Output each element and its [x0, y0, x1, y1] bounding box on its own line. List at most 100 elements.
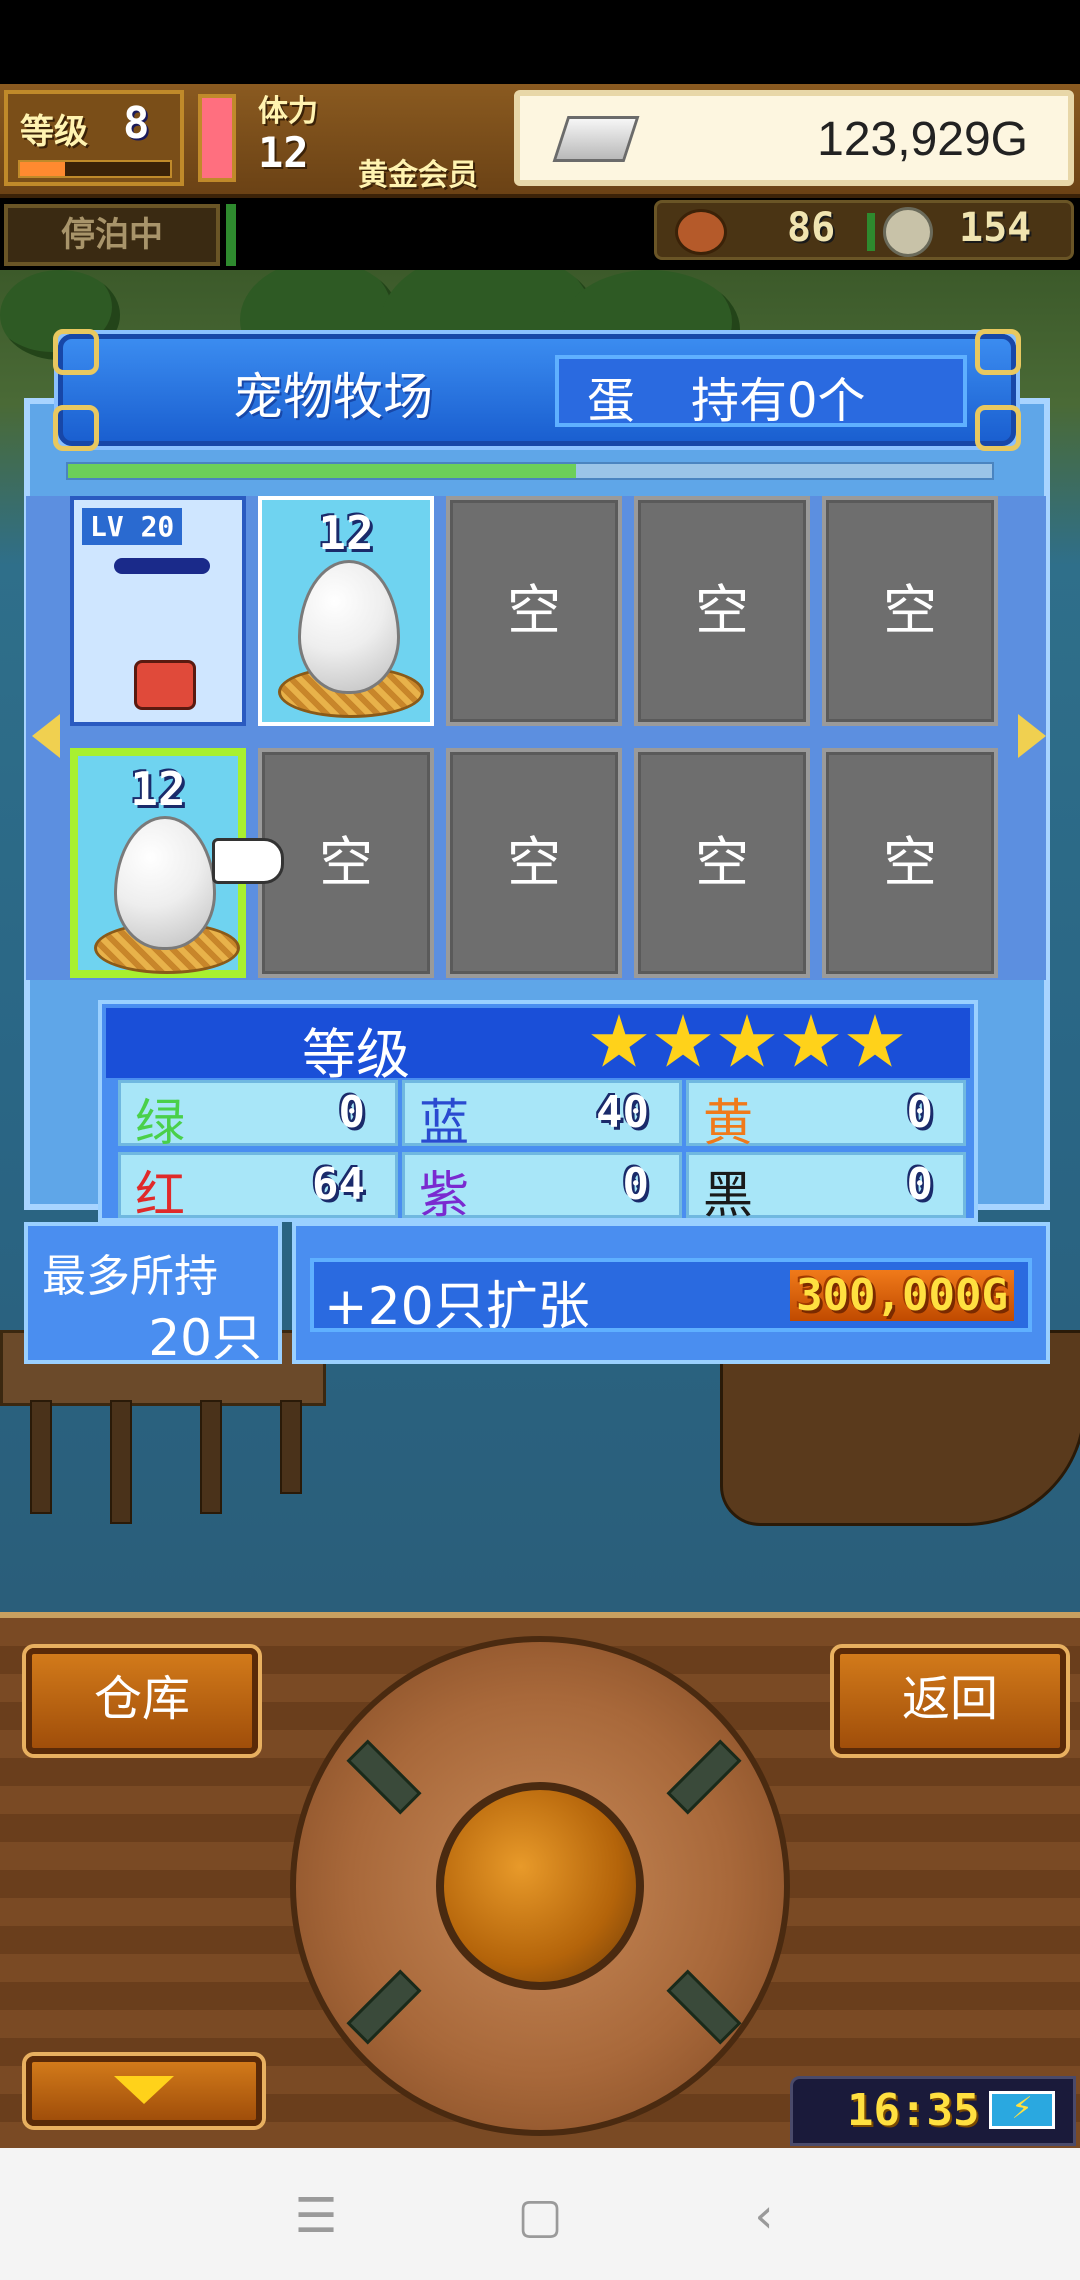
- back-icon[interactable]: ‹: [724, 2188, 804, 2244]
- stat-name: 红: [135, 1166, 185, 1224]
- stat-value: 0: [338, 1087, 366, 1138]
- empty-slot[interactable]: 空: [258, 748, 434, 978]
- chevron-down-icon: [114, 2076, 174, 2104]
- page-title: 宠物牧场: [233, 368, 433, 426]
- page-left-arrow-icon[interactable]: [32, 714, 60, 758]
- hp-gauge: [198, 94, 236, 182]
- pet-level: LV 20: [82, 508, 183, 545]
- stamina-label: 体力: [258, 94, 318, 129]
- battery-icon: ⚡: [989, 2091, 1055, 2129]
- level-box: 等级 8: [4, 90, 184, 186]
- resource-b-value: 154: [959, 205, 1032, 251]
- pet-sprite-icon: [134, 660, 196, 710]
- exp-fill: [20, 162, 65, 176]
- stamina-value: 12: [258, 128, 309, 177]
- stat-name: 黄: [703, 1094, 753, 1152]
- expand-cost: 300,000G: [790, 1270, 1014, 1321]
- egg-icon: [298, 560, 400, 694]
- egg-label: 蛋: [587, 373, 636, 429]
- capacity-value: 20只: [148, 1309, 262, 1367]
- dpad[interactable]: [290, 1636, 790, 2136]
- level-value: 8: [123, 98, 150, 149]
- gold-box: 123,929G: [514, 90, 1074, 186]
- hud: 等级 8 体力 12 黄金会员 123,929G: [0, 84, 1080, 198]
- page-right-arrow-icon[interactable]: [1018, 714, 1046, 758]
- clock: 16:35: [847, 2085, 980, 2136]
- dpad-up-left-icon[interactable]: [346, 1739, 422, 1815]
- status-bar: [0, 0, 1080, 84]
- empty-slot[interactable]: 空: [634, 496, 810, 726]
- stat-red: 红 64: [118, 1152, 398, 1224]
- dock-status: 停泊中: [4, 204, 220, 266]
- stats-header: 等级: [106, 1008, 970, 1086]
- stat-name: 黑: [703, 1166, 753, 1224]
- home-icon[interactable]: ▢: [500, 2188, 580, 2244]
- expand-button[interactable]: +20只扩张 300,000G: [310, 1258, 1032, 1337]
- stat-value: 0: [906, 1159, 934, 1210]
- empty-slot[interactable]: 空: [634, 748, 810, 978]
- capacity-label: 最多所持: [42, 1251, 218, 1302]
- empty-slot[interactable]: 空: [822, 748, 998, 978]
- storage-button[interactable]: 仓库: [26, 1648, 258, 1754]
- silver-bar-icon: [552, 116, 640, 162]
- menu-toggle-button[interactable]: [26, 2056, 262, 2126]
- ranch-progress: [66, 462, 994, 480]
- egg-count-box: 蛋 持有0个: [555, 355, 967, 429]
- star-icon: [783, 1014, 839, 1067]
- level-label: 等级: [20, 112, 88, 152]
- corner-ornament: [975, 405, 1021, 451]
- stat-value: 0: [906, 1087, 934, 1138]
- egg-level: 12: [130, 762, 186, 816]
- stat-name: 绿: [135, 1094, 185, 1152]
- pet-slot[interactable]: LV 20: [70, 496, 246, 726]
- stat-value: 0: [622, 1159, 650, 1210]
- egg-icon: [114, 816, 216, 950]
- ranch-title-bar: 宠物牧场 蛋 持有0个: [53, 329, 1021, 451]
- resource-a-value: 86: [787, 205, 836, 251]
- stat-value: 40: [596, 1087, 649, 1138]
- gold-amount: 123,929G: [817, 113, 1028, 166]
- corner-ornament: [975, 329, 1021, 375]
- membership-badge: 黄金会员: [358, 158, 478, 193]
- corner-ornament: [53, 405, 99, 451]
- food-icon: [675, 209, 727, 255]
- stat-black: 黑 0: [686, 1152, 966, 1224]
- expand-label: +20只扩张: [324, 1277, 590, 1337]
- egg-count: 持有0个: [691, 373, 866, 429]
- stat-purple: 紫 0: [402, 1152, 682, 1224]
- expand-box: +20只扩张 300,000G: [292, 1222, 1050, 1364]
- pet-hp-bar: [114, 558, 210, 574]
- corner-ornament: [53, 329, 99, 375]
- stat-blue: 蓝 40: [402, 1080, 682, 1152]
- system-nav-bar: ☰ ▢ ‹: [0, 2148, 1080, 2280]
- egg-slot[interactable]: 12: [258, 496, 434, 726]
- star-icon: [655, 1014, 711, 1067]
- star-icon: [591, 1014, 647, 1067]
- stats-panel: 等级 绿 0 蓝 40 黄 0 红 64 紫 0 黑 0: [98, 1000, 978, 1224]
- stat-name: 紫: [419, 1166, 469, 1224]
- capacity-box: 最多所持 20只: [24, 1222, 282, 1367]
- dpad-center-button[interactable]: [436, 1782, 644, 1990]
- resource-box: 86 154: [654, 200, 1074, 260]
- empty-slot[interactable]: 空: [446, 496, 622, 726]
- dpad-down-left-icon[interactable]: [346, 1969, 422, 2045]
- control-panel: 仓库 返回 16:35 ⚡: [0, 1612, 1080, 2154]
- resource-divider: [867, 213, 875, 251]
- medal-icon: [883, 207, 933, 257]
- stat-name: 蓝: [419, 1094, 469, 1152]
- stats-title: 等级: [302, 1023, 410, 1086]
- star-icon: [719, 1014, 775, 1067]
- dpad-up-right-icon[interactable]: [666, 1739, 742, 1815]
- stat-value: 64: [312, 1159, 365, 1210]
- clock-box: 16:35 ⚡: [790, 2076, 1076, 2146]
- empty-slot[interactable]: 空: [822, 496, 998, 726]
- star-icon: [847, 1014, 903, 1067]
- empty-slot[interactable]: 空: [446, 748, 622, 978]
- back-button[interactable]: 返回: [834, 1648, 1066, 1754]
- ranch-progress-fill: [68, 464, 577, 478]
- egg-level: 12: [318, 506, 374, 560]
- exp-bar: [18, 160, 172, 178]
- menu-icon[interactable]: ☰: [276, 2188, 356, 2244]
- pointer-hand-icon: [212, 838, 284, 884]
- dpad-down-right-icon[interactable]: [666, 1969, 742, 2045]
